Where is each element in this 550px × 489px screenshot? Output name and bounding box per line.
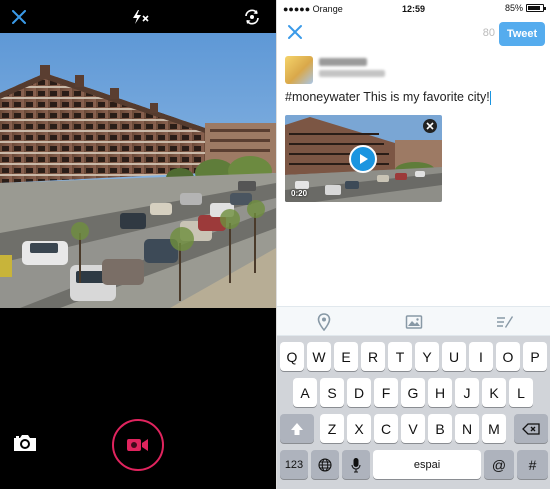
key-s[interactable]: S: [320, 378, 344, 407]
key-c[interactable]: C: [374, 414, 398, 443]
record-button[interactable]: [112, 419, 164, 471]
shift-icon: [291, 422, 303, 435]
close-icon: [426, 122, 434, 130]
keyboard-row-1: Q W E R T Y U I O P: [277, 342, 550, 371]
image-icon[interactable]: [405, 313, 423, 331]
play-icon: [360, 154, 368, 164]
globe-icon: [318, 457, 332, 472]
status-bar: ●●●●● Orange 12:59 85%: [277, 0, 550, 18]
space-key[interactable]: espai: [373, 450, 481, 479]
street-scene-image: [0, 33, 276, 308]
keyboard-row-4: 123 espai @ #: [277, 450, 550, 479]
play-button[interactable]: [349, 145, 377, 173]
key-w[interactable]: W: [307, 342, 331, 371]
video-camera-icon: [127, 439, 148, 451]
battery-icon: [526, 4, 546, 12]
key-a[interactable]: A: [293, 378, 317, 407]
hash-key[interactable]: #: [517, 450, 548, 479]
compose-header: 80 Tweet: [277, 18, 550, 50]
drafts-icon[interactable]: [496, 313, 514, 331]
camera-top-bar: [0, 0, 276, 33]
key-p[interactable]: P: [523, 342, 547, 371]
text-cursor: [489, 90, 491, 105]
author-name-blurred: [319, 58, 367, 66]
key-j[interactable]: J: [455, 378, 479, 407]
key-d[interactable]: D: [347, 378, 371, 407]
key-x[interactable]: X: [347, 414, 371, 443]
key-o[interactable]: O: [496, 342, 520, 371]
keyboard-row-2: A S D F G H J K L: [277, 378, 550, 407]
globe-key[interactable]: [311, 450, 339, 479]
key-t[interactable]: T: [388, 342, 412, 371]
compose-toolbar: [277, 306, 550, 336]
numbers-key[interactable]: 123: [280, 450, 308, 479]
keyboard: Q W E R T Y U I O P A S D F G H J K L Z …: [277, 336, 550, 489]
battery-indicator: 85%: [504, 3, 546, 13]
key-g[interactable]: G: [401, 378, 425, 407]
tweet-text-input[interactable]: #moneywater This is my favorite city!: [285, 90, 545, 105]
compose-screen: ●●●●● Orange 12:59 85% 80 Tweet #moneywa…: [276, 0, 550, 489]
key-r[interactable]: R: [361, 342, 385, 371]
key-y[interactable]: Y: [415, 342, 439, 371]
camera-icon[interactable]: [12, 433, 40, 457]
author-handle-blurred: [319, 70, 385, 77]
app-screens: ●●●●● Orange 12:59 85% 80 Tweet #moneywa…: [0, 0, 550, 489]
camera-viewfinder[interactable]: [0, 33, 276, 308]
battery-percent: 85%: [504, 3, 523, 13]
tweet-button[interactable]: Tweet: [499, 22, 545, 46]
shift-key[interactable]: [280, 414, 314, 443]
close-icon[interactable]: [8, 6, 30, 28]
camera-controls: [0, 308, 276, 489]
close-icon[interactable]: [287, 24, 305, 42]
key-i[interactable]: I: [469, 342, 493, 371]
avatar: [285, 56, 313, 84]
camera-flip-icon[interactable]: [240, 6, 264, 28]
backspace-icon: [522, 422, 540, 435]
flash-off-icon[interactable]: [128, 6, 152, 28]
key-u[interactable]: U: [442, 342, 466, 371]
key-l[interactable]: L: [509, 378, 533, 407]
key-v[interactable]: V: [401, 414, 425, 443]
camera-screen: [0, 0, 276, 489]
key-q[interactable]: Q: [280, 342, 304, 371]
key-m[interactable]: M: [482, 414, 506, 443]
key-n[interactable]: N: [455, 414, 479, 443]
remove-media-button[interactable]: [423, 119, 437, 133]
video-duration: 0:20: [291, 189, 308, 198]
key-f[interactable]: F: [374, 378, 398, 407]
dictation-key[interactable]: [342, 450, 370, 479]
location-icon[interactable]: [315, 313, 333, 332]
at-key[interactable]: @: [484, 450, 514, 479]
backspace-key[interactable]: [514, 414, 548, 443]
tweet-text: #moneywater This is my favorite city!: [285, 90, 490, 104]
key-z[interactable]: Z: [320, 414, 344, 443]
key-e[interactable]: E: [334, 342, 358, 371]
key-k[interactable]: K: [482, 378, 506, 407]
video-attachment[interactable]: 0:20: [285, 115, 442, 202]
microphone-icon: [351, 457, 361, 473]
keyboard-row-3: Z X C V B N M: [277, 414, 550, 443]
key-b[interactable]: B: [428, 414, 452, 443]
key-h[interactable]: H: [428, 378, 452, 407]
character-count: 80: [482, 27, 495, 39]
